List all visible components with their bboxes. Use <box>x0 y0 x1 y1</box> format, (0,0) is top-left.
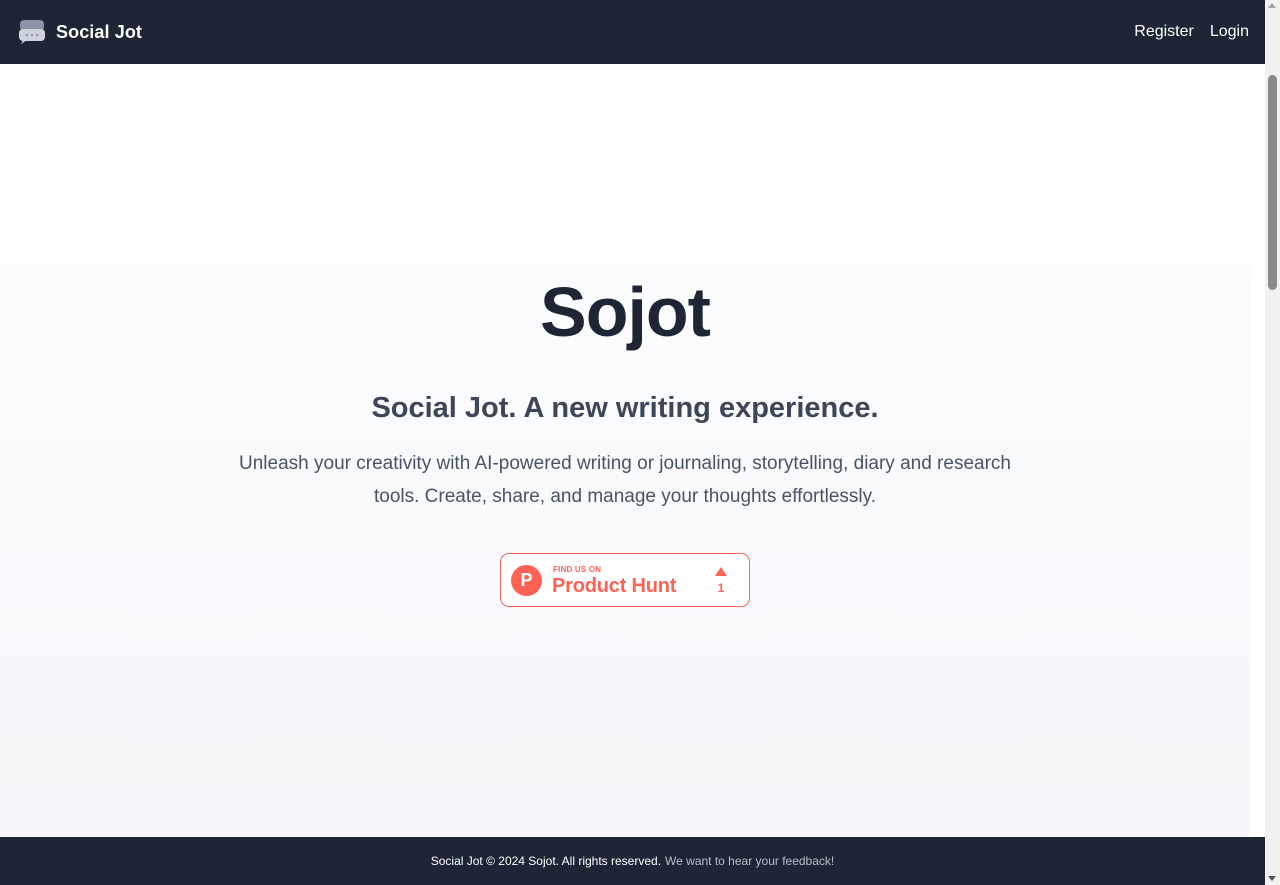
feedback-link[interactable]: We want to hear your feedback! <box>665 854 834 868</box>
register-link[interactable]: Register <box>1134 23 1194 41</box>
footer: Social Jot © 2024 Sojot. All rights rese… <box>0 837 1265 885</box>
vertical-scrollbar[interactable] <box>1265 0 1280 885</box>
product-hunt-small-text: FIND US ON <box>553 565 602 574</box>
login-link[interactable]: Login <box>1210 23 1249 41</box>
scroll-down-arrow-icon[interactable] <box>1268 876 1276 881</box>
nav-links: Register Login <box>1134 23 1249 41</box>
hero-description: Unleash your creativity with AI-powered … <box>239 453 1011 507</box>
hero-section: Sojot Social Jot. A new writing experien… <box>0 64 1250 837</box>
product-hunt-name: Product Hunt <box>552 575 677 597</box>
brand-name: Social Jot <box>56 21 143 42</box>
upvote-triangle-icon <box>715 567 727 576</box>
product-hunt-logo-letter: P <box>520 570 533 590</box>
top-navbar: Social Jot Register Login <box>0 0 1265 64</box>
hero-title: Sojot <box>540 273 711 351</box>
footer-copyright: Social Jot © 2024 Sojot. All rights rese… <box>430 854 662 868</box>
scrollbar-thumb[interactable] <box>1268 75 1277 290</box>
upvote-count: 1 <box>717 581 725 595</box>
chat-bubbles-icon <box>19 20 45 44</box>
product-hunt-badge[interactable]: P FIND US ON Product Hunt 1 <box>500 553 750 607</box>
brand-link[interactable]: Social Jot <box>18 19 142 45</box>
product-hunt-logo-icon: P <box>511 565 542 596</box>
hero-subtitle: Social Jot. A new writing experience. <box>371 392 879 424</box>
scroll-up-arrow-icon[interactable] <box>1268 3 1276 8</box>
